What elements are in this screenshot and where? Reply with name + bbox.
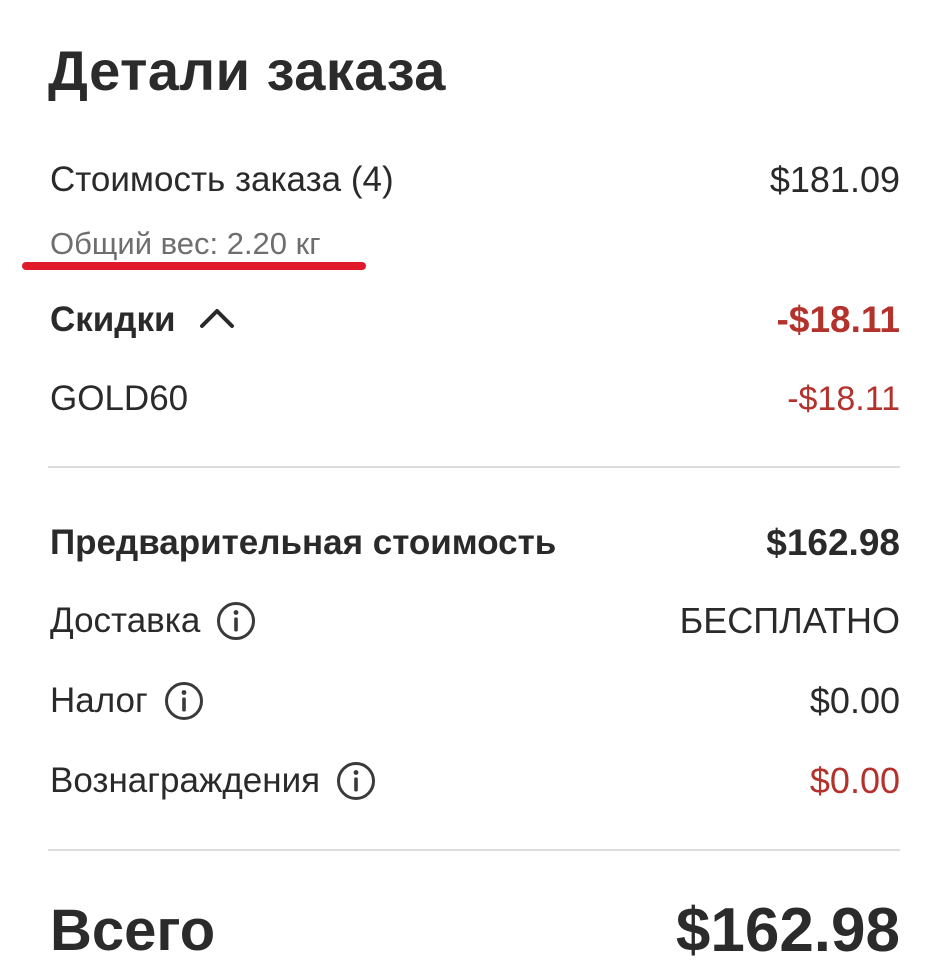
pre-total-value: $162.98 <box>766 522 900 563</box>
info-icon[interactable] <box>164 681 204 721</box>
page-title: Детали заказа <box>48 39 446 102</box>
discount-code: GOLD60 <box>50 379 189 418</box>
shipping-label: Доставка <box>50 601 201 640</box>
tax-row: Налог $0.00 <box>50 674 900 728</box>
shipping-row: Доставка БЕСПЛАТНО <box>50 594 900 648</box>
pre-total-label: Предварительная стоимость <box>50 523 557 562</box>
weight-row: Общий вес: 2.20 кг <box>50 222 900 266</box>
rewards-row: Вознаграждения $0.00 <box>50 754 900 808</box>
rewards-label-group: Вознаграждения <box>50 761 376 801</box>
total-row: Всего $162.98 <box>50 890 900 970</box>
subtotal-row: Стоимость заказа (4) $181.09 <box>50 154 900 206</box>
tax-label: Налог <box>50 681 148 720</box>
discount-code-row: GOLD60 -$18.11 <box>50 374 900 424</box>
tax-value: $0.00 <box>809 680 900 721</box>
rewards-label: Вознаграждения <box>50 761 321 800</box>
total-value: $162.98 <box>675 895 900 965</box>
discounts-header: Скидки <box>50 300 235 340</box>
discount-code-value: -$18.11 <box>787 379 900 418</box>
discounts-toggle[interactable]: Скидки -$18.11 <box>50 294 900 346</box>
pre-total-row: Предварительная стоимость $162.98 <box>50 516 900 570</box>
chevron-up-icon <box>200 308 235 328</box>
info-icon[interactable] <box>216 601 256 641</box>
subtotal-label: Стоимость заказа (4) <box>50 160 394 199</box>
tax-label-group: Налог <box>50 681 204 721</box>
annotation-underline <box>22 262 366 270</box>
divider <box>48 466 900 468</box>
order-details-panel: Детали заказа Стоимость заказа (4) $181.… <box>0 0 946 978</box>
divider <box>48 849 900 851</box>
info-icon[interactable] <box>336 761 376 801</box>
subtotal-value: $181.09 <box>769 159 900 200</box>
total-label: Всего <box>50 897 216 963</box>
discounts-value: -$18.11 <box>776 299 900 340</box>
total-weight-label: Общий вес: 2.20 кг <box>50 226 321 261</box>
rewards-value: $0.00 <box>809 760 900 801</box>
shipping-value: БЕСПЛАТНО <box>679 600 900 641</box>
shipping-label-group: Доставка <box>50 601 256 641</box>
discounts-label: Скидки <box>50 300 176 339</box>
